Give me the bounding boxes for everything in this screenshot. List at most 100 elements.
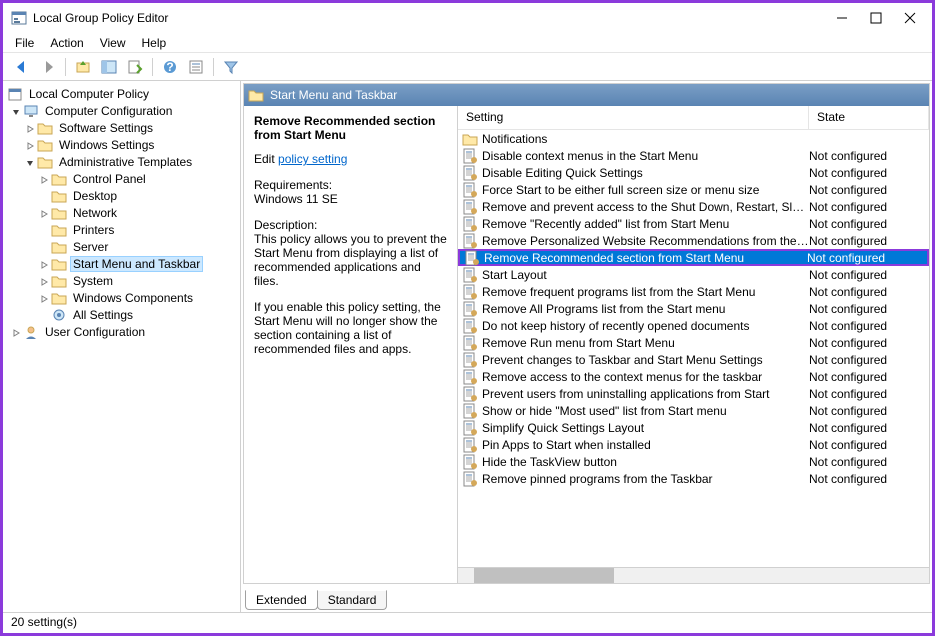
- column-setting[interactable]: Setting: [458, 106, 809, 129]
- tree-software-settings[interactable]: Software Settings: [3, 119, 240, 136]
- policy-row[interactable]: Do not keep history of recently opened d…: [458, 317, 929, 334]
- policy-state-label: Not configured: [809, 438, 929, 452]
- policy-setting-label: Force Start to be either full screen siz…: [482, 183, 809, 197]
- policy-setting-label: Remove and prevent access to the Shut Do…: [482, 200, 809, 214]
- menu-file[interactable]: File: [15, 36, 34, 50]
- policy-row[interactable]: Start LayoutNot configured: [458, 266, 929, 283]
- properties-button[interactable]: [185, 56, 207, 78]
- tree-user-config[interactable]: User Configuration: [3, 323, 240, 340]
- menu-help[interactable]: Help: [142, 36, 167, 50]
- back-button[interactable]: [11, 56, 33, 78]
- column-headers: Setting State: [458, 106, 929, 130]
- policy-row[interactable]: Notifications: [458, 130, 929, 147]
- policy-row[interactable]: Remove All Programs list from the Start …: [458, 300, 929, 317]
- policy-list[interactable]: NotificationsDisable context menus in th…: [458, 130, 929, 567]
- policy-row[interactable]: Prevent users from uninstalling applicat…: [458, 385, 929, 402]
- policy-state-label: Not configured: [809, 234, 929, 248]
- scrollbar-thumb[interactable]: [474, 568, 614, 583]
- tree-system[interactable]: System: [3, 272, 240, 289]
- chevron-right-icon[interactable]: [39, 259, 49, 269]
- policy-setting-label: Remove access to the context menus for t…: [482, 370, 809, 384]
- tree-admin-templates[interactable]: Administrative Templates: [3, 153, 240, 170]
- policy-row[interactable]: Prevent changes to Taskbar and Start Men…: [458, 351, 929, 368]
- policy-state-label: Not configured: [809, 472, 929, 486]
- tree-control-panel[interactable]: Control Panel: [3, 170, 240, 187]
- tree-desktop[interactable]: Desktop: [3, 187, 240, 204]
- policy-setting-label: Simplify Quick Settings Layout: [482, 421, 809, 435]
- policy-row[interactable]: Pin Apps to Start when installedNot conf…: [458, 436, 929, 453]
- menu-view[interactable]: View: [100, 36, 126, 50]
- policy-setting-label: Remove Personalized Website Recommendati…: [482, 234, 809, 248]
- policy-row[interactable]: Show or hide "Most used" list from Start…: [458, 402, 929, 419]
- tree-windows-components[interactable]: Windows Components: [3, 289, 240, 306]
- chevron-right-icon[interactable]: [11, 327, 21, 337]
- folder-icon: [51, 273, 67, 289]
- window-title: Local Group Policy Editor: [33, 11, 836, 25]
- description-text: This policy allows you to prevent the St…: [254, 232, 447, 288]
- policy-row[interactable]: Remove Recommended section from Start Me…: [458, 249, 929, 266]
- policy-setting-label: Notifications: [482, 132, 809, 146]
- forward-button[interactable]: [37, 56, 59, 78]
- policy-row[interactable]: Remove pinned programs from the TaskbarN…: [458, 470, 929, 487]
- chevron-right-icon[interactable]: [25, 140, 35, 150]
- chevron-right-icon[interactable]: [25, 123, 35, 133]
- app-icon: [11, 10, 27, 26]
- folder-icon: [37, 154, 53, 170]
- chevron-right-icon[interactable]: [39, 208, 49, 218]
- up-button[interactable]: [72, 56, 94, 78]
- chevron-right-icon[interactable]: [39, 174, 49, 184]
- tree-computer-config[interactable]: Computer Configuration: [3, 102, 240, 119]
- chevron-right-icon[interactable]: [39, 293, 49, 303]
- policy-row[interactable]: Remove Run menu from Start MenuNot confi…: [458, 334, 929, 351]
- show-hide-tree-button[interactable]: [98, 56, 120, 78]
- policy-state-label: Not configured: [809, 200, 929, 214]
- policy-row[interactable]: Disable Editing Quick SettingsNot config…: [458, 164, 929, 181]
- filter-button[interactable]: [220, 56, 242, 78]
- tree-windows-settings[interactable]: Windows Settings: [3, 136, 240, 153]
- navigation-tree[interactable]: Local Computer Policy Computer Configura…: [3, 81, 241, 612]
- policy-setting-label: Remove Recommended section from Start Me…: [484, 251, 807, 265]
- chevron-down-icon[interactable]: [11, 106, 21, 116]
- policy-state-label: Not configured: [809, 302, 929, 316]
- chevron-right-icon[interactable]: [39, 276, 49, 286]
- policy-state-label: Not configured: [809, 336, 929, 350]
- policy-setting-label: Pin Apps to Start when installed: [482, 438, 809, 452]
- export-list-button[interactable]: [124, 56, 146, 78]
- chevron-down-icon[interactable]: [25, 157, 35, 167]
- tree-start-menu-taskbar[interactable]: Start Menu and Taskbar: [3, 255, 240, 272]
- separator: [213, 58, 214, 76]
- menu-action[interactable]: Action: [50, 36, 83, 50]
- horizontal-scrollbar[interactable]: [458, 567, 929, 583]
- tree-root[interactable]: Local Computer Policy: [3, 85, 240, 102]
- policy-row[interactable]: Hide the TaskView buttonNot configured: [458, 453, 929, 470]
- edit-policy-link[interactable]: policy setting: [278, 152, 347, 166]
- policy-setting-label: Disable Editing Quick Settings: [482, 166, 809, 180]
- policy-icon: [462, 267, 478, 283]
- tree-server[interactable]: Server: [3, 238, 240, 255]
- description-label: Description:: [254, 218, 447, 232]
- policy-state-label: Not configured: [809, 421, 929, 435]
- tree-printers[interactable]: Printers: [3, 221, 240, 238]
- policy-row[interactable]: Disable context menus in the Start MenuN…: [458, 147, 929, 164]
- policy-row[interactable]: Remove access to the context menus for t…: [458, 368, 929, 385]
- policy-icon: [462, 335, 478, 351]
- policy-row[interactable]: Force Start to be either full screen siz…: [458, 181, 929, 198]
- policy-row[interactable]: Remove Personalized Website Recommendati…: [458, 232, 929, 249]
- selected-policy-title: Remove Recommended section from Start Me…: [254, 114, 447, 142]
- policy-row[interactable]: Remove and prevent access to the Shut Do…: [458, 198, 929, 215]
- help-button[interactable]: ?: [159, 56, 181, 78]
- tab-extended[interactable]: Extended: [245, 590, 318, 610]
- tree-all-settings[interactable]: All Settings: [3, 306, 240, 323]
- minimize-button[interactable]: [836, 12, 848, 24]
- tab-standard[interactable]: Standard: [317, 590, 388, 610]
- policy-row[interactable]: Simplify Quick Settings LayoutNot config…: [458, 419, 929, 436]
- policy-row[interactable]: Remove frequent programs list from the S…: [458, 283, 929, 300]
- close-button[interactable]: [904, 12, 916, 24]
- maximize-button[interactable]: [870, 12, 882, 24]
- tree-network[interactable]: Network: [3, 204, 240, 221]
- policy-setting-label: Hide the TaskView button: [482, 455, 809, 469]
- column-state[interactable]: State: [809, 106, 929, 129]
- policy-icon: [462, 216, 478, 232]
- policy-row[interactable]: Remove "Recently added" list from Start …: [458, 215, 929, 232]
- requirements-value: Windows 11 SE: [254, 192, 447, 206]
